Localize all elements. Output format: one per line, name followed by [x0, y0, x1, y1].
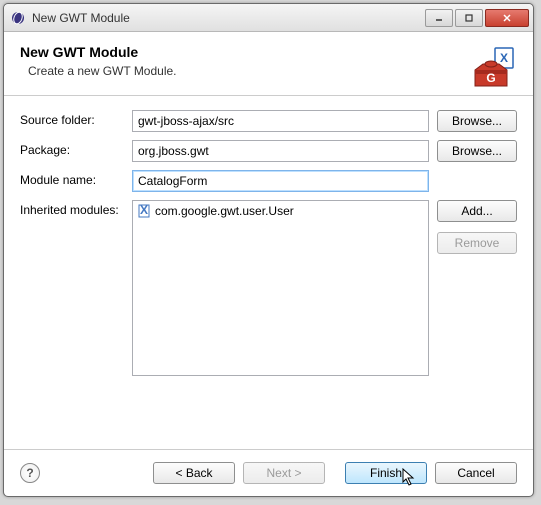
module-file-icon: X — [137, 204, 151, 218]
add-button[interactable]: Add... — [437, 200, 517, 222]
page-subtitle: Create a new GWT Module. — [20, 64, 517, 78]
remove-button: Remove — [437, 232, 517, 254]
source-folder-row: Source folder: Browse... — [20, 110, 517, 132]
gwt-toolbox-icon: X G — [469, 42, 517, 90]
package-input[interactable] — [132, 140, 429, 162]
form-area: Source folder: Browse... Package: Browse… — [4, 96, 533, 449]
package-browse-button[interactable]: Browse... — [437, 140, 517, 162]
titlebar[interactable]: New GWT Module — [4, 4, 533, 32]
finish-button[interactable]: Finish — [345, 462, 427, 484]
list-item[interactable]: X com.google.gwt.user.User — [135, 203, 426, 219]
window-controls — [423, 9, 529, 27]
help-icon[interactable]: ? — [20, 463, 40, 483]
inherited-row: Inherited modules: X com.google.gwt.user… — [20, 200, 517, 376]
inherited-label: Inherited modules: — [20, 200, 132, 217]
minimize-button[interactable] — [425, 9, 453, 27]
module-name-label: Module name: — [20, 170, 132, 187]
cancel-button[interactable]: Cancel — [435, 462, 517, 484]
maximize-button[interactable] — [455, 9, 483, 27]
module-name-row: Module name: — [20, 170, 517, 192]
window-title: New GWT Module — [32, 11, 423, 25]
inherited-modules-list[interactable]: X com.google.gwt.user.User — [132, 200, 429, 376]
wizard-footer: ? < Back Next > Finish Cancel — [4, 449, 533, 496]
source-folder-label: Source folder: — [20, 110, 132, 127]
source-folder-input[interactable] — [132, 110, 429, 132]
source-folder-browse-button[interactable]: Browse... — [437, 110, 517, 132]
close-button[interactable] — [485, 9, 529, 27]
next-button: Next > — [243, 462, 325, 484]
page-title: New GWT Module — [20, 44, 517, 60]
package-label: Package: — [20, 140, 132, 157]
list-item-label: com.google.gwt.user.User — [155, 204, 294, 218]
dialog-window: New GWT Module New GWT Module Create a n… — [3, 3, 534, 497]
svg-text:G: G — [486, 71, 495, 85]
svg-text:X: X — [140, 204, 148, 217]
back-button[interactable]: < Back — [153, 462, 235, 484]
eclipse-icon — [10, 10, 26, 26]
svg-text:X: X — [500, 51, 508, 65]
wizard-header: New GWT Module Create a new GWT Module. … — [4, 32, 533, 96]
module-name-input[interactable] — [132, 170, 429, 192]
package-row: Package: Browse... — [20, 140, 517, 162]
